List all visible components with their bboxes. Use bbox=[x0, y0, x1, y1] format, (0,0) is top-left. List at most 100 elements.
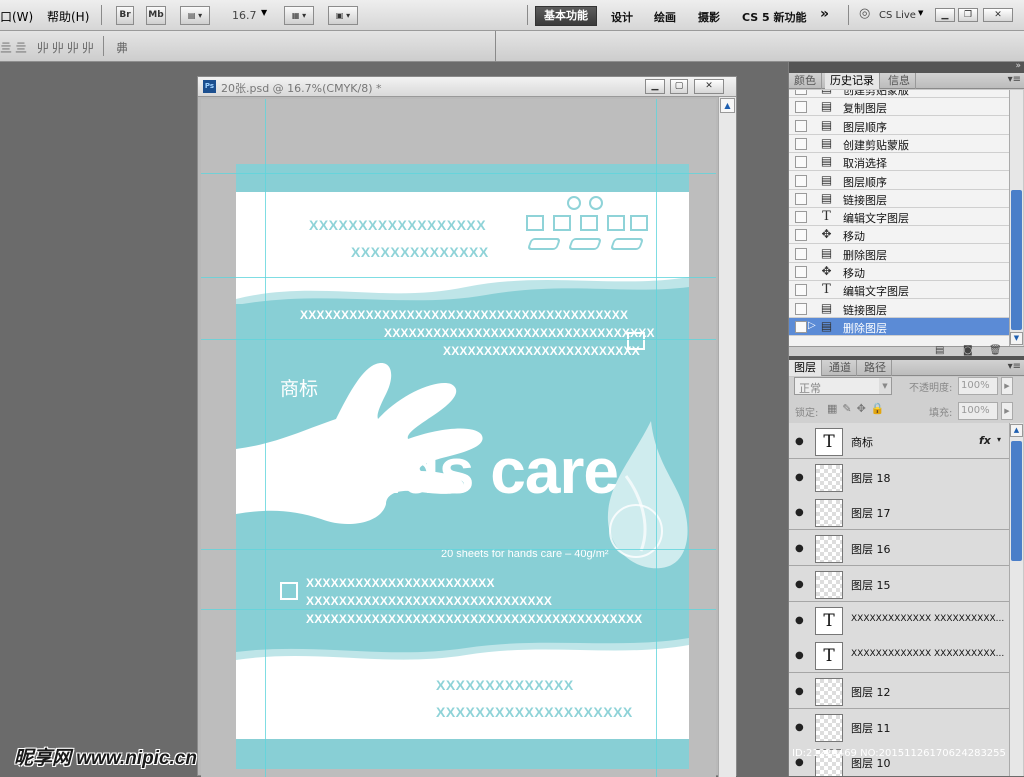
view-extras-button[interactable]: ▤ ▾ bbox=[180, 6, 210, 25]
guide-horizontal[interactable] bbox=[201, 277, 716, 278]
blend-dropdown-icon[interactable]: ▼ bbox=[879, 378, 891, 394]
history-scroll-thumb[interactable] bbox=[1011, 190, 1022, 330]
layer-visibility-eye-icon[interactable]: ● bbox=[795, 507, 804, 518]
history-source-checkbox[interactable] bbox=[795, 156, 807, 169]
history-source-checkbox[interactable] bbox=[795, 119, 807, 132]
screen-mode-button[interactable]: ▣ ▾ bbox=[328, 6, 358, 25]
layer-thumbnail[interactable] bbox=[815, 570, 843, 599]
guide-horizontal[interactable] bbox=[201, 609, 716, 610]
layer-name[interactable]: 商标 bbox=[851, 434, 873, 450]
fill-input[interactable]: 100% bbox=[958, 402, 998, 420]
layer-visibility-eye-icon[interactable]: ● bbox=[795, 686, 804, 697]
tab-paths[interactable]: 路径 bbox=[859, 360, 892, 376]
text-layer-thumbnail[interactable]: T bbox=[815, 642, 843, 671]
history-source-checkbox[interactable] bbox=[795, 266, 807, 278]
layer-visibility-eye-icon[interactable]: ● bbox=[795, 579, 804, 590]
scroll-up-icon[interactable]: ▲ bbox=[1010, 424, 1023, 437]
zoom-level[interactable]: 16.7 bbox=[232, 9, 257, 22]
history-state[interactable]: ▤ 删除图层 bbox=[789, 245, 1009, 263]
guide-horizontal[interactable] bbox=[201, 549, 716, 550]
history-state[interactable]: ▤ 取消选择 bbox=[789, 153, 1009, 172]
layer-name[interactable]: 图层 17 bbox=[851, 505, 891, 521]
layers-scroll-thumb[interactable] bbox=[1011, 441, 1022, 561]
history-state[interactable]: ▤ 链接图层 bbox=[789, 190, 1009, 208]
canvas-pasteboard[interactable]: XXXXXXXXXXXXXXXXXX XXXXXXXXXXXXXX XXXXXX… bbox=[201, 99, 716, 777]
layer-effects-badge[interactable]: fx bbox=[979, 434, 991, 447]
expand-effects-icon[interactable]: ▾ bbox=[997, 435, 1001, 444]
workspace-essentials[interactable]: 基本功能 bbox=[535, 6, 597, 26]
history-source-checkbox[interactable] bbox=[795, 302, 807, 315]
doc-minimize-button[interactable]: ▁ bbox=[645, 79, 665, 94]
layer-row[interactable]: ● T XXXXXXXXXXXXX XXXXXXXXXX... bbox=[789, 601, 1009, 638]
layer-name[interactable]: 图层 18 bbox=[851, 470, 891, 486]
mini-bridge-button[interactable]: Mb bbox=[146, 6, 166, 25]
zoom-dropdown-icon[interactable]: ▼ bbox=[261, 8, 267, 17]
history-state[interactable]: ▤ 创建剪贴蒙版 bbox=[789, 90, 1009, 98]
history-source-checkbox[interactable] bbox=[795, 211, 807, 224]
layer-name[interactable]: 图层 15 bbox=[851, 577, 891, 593]
panel-menu-icon[interactable]: ▾≡ bbox=[1008, 74, 1021, 85]
workspace-painting[interactable]: 绘画 bbox=[654, 9, 676, 25]
doc-close-button[interactable]: ✕ bbox=[694, 79, 724, 94]
layer-name[interactable]: 图层 16 bbox=[851, 541, 891, 557]
artwork[interactable]: XXXXXXXXXXXXXXXXXX XXXXXXXXXXXXXX XXXXXX… bbox=[236, 164, 689, 769]
fill-slider-icon[interactable]: ▶ bbox=[1001, 402, 1013, 420]
history-source-checkbox[interactable] bbox=[795, 192, 807, 205]
arrange-documents-button[interactable]: ▦ ▾ bbox=[284, 6, 314, 25]
layer-thumbnail[interactable] bbox=[815, 499, 843, 528]
layer-visibility-eye-icon[interactable]: ● bbox=[795, 615, 804, 626]
layer-name[interactable]: 图层 12 bbox=[851, 684, 891, 700]
new-document-from-state-icon[interactable]: ▤ bbox=[935, 345, 944, 356]
layer-thumbnail[interactable] bbox=[815, 713, 843, 742]
tab-channels[interactable]: 通道 bbox=[824, 360, 857, 376]
layer-row[interactable]: ● 图层 16 bbox=[789, 530, 1009, 567]
delete-state-icon[interactable]: 🗑 bbox=[989, 345, 1002, 356]
cs-live-dropdown-icon[interactable]: ▼ bbox=[918, 9, 923, 17]
lock-icons[interactable]: ▦✎✥🔒 bbox=[827, 402, 890, 415]
layer-row[interactable]: ● 图层 12 bbox=[789, 672, 1009, 709]
history-source-checkbox[interactable] bbox=[795, 90, 807, 95]
history-source-checkbox[interactable] bbox=[795, 284, 807, 297]
restore-app-button[interactable]: ❐ bbox=[958, 8, 978, 22]
layer-name[interactable]: 图层 11 bbox=[851, 720, 891, 736]
new-snapshot-icon[interactable]: ◙ bbox=[963, 345, 973, 356]
layers-scrollbar[interactable]: ▲ bbox=[1009, 423, 1023, 776]
history-state[interactable]: T 编辑文字图层 bbox=[789, 208, 1009, 227]
tab-layers[interactable]: 图层 bbox=[789, 360, 822, 376]
history-source-checkbox[interactable] bbox=[795, 229, 807, 242]
opacity-slider-icon[interactable]: ▶ bbox=[1001, 377, 1013, 395]
layer-visibility-eye-icon[interactable]: ● bbox=[795, 472, 804, 483]
guide-horizontal[interactable] bbox=[201, 173, 716, 174]
layer-visibility-eye-icon[interactable]: ● bbox=[795, 543, 804, 554]
layer-row[interactable]: ● 图层 11 bbox=[789, 708, 1009, 745]
layer-thumbnail[interactable] bbox=[815, 677, 843, 706]
history-state[interactable]: ▤ 删除图层 ▷ bbox=[789, 317, 1009, 336]
layer-row[interactable]: ● T XXXXXXXXXXXXX XXXXXXXXXX... bbox=[789, 637, 1009, 674]
blend-mode-select[interactable]: 正常 ▼ bbox=[794, 377, 892, 395]
history-source-checkbox[interactable] bbox=[795, 174, 807, 187]
collapse-panels-icon[interactable]: » bbox=[1015, 61, 1021, 71]
scroll-down-icon[interactable]: ▼ bbox=[1010, 332, 1023, 345]
workspace-cs5-new[interactable]: CS 5 新功能 bbox=[742, 9, 807, 25]
close-app-button[interactable]: ✕ bbox=[983, 8, 1013, 22]
menu-help[interactable]: 帮助(H) bbox=[47, 8, 89, 25]
doc-maximize-button[interactable]: ▢ bbox=[670, 79, 688, 94]
history-state[interactable]: T 编辑文字图层 bbox=[789, 281, 1009, 300]
text-layer-thumbnail[interactable]: T bbox=[815, 428, 843, 456]
menu-window[interactable]: 口(W) bbox=[0, 8, 33, 25]
opacity-input[interactable]: 100% bbox=[958, 377, 998, 395]
guide-vertical[interactable] bbox=[656, 99, 657, 777]
history-source-checkbox[interactable] bbox=[795, 137, 807, 150]
bridge-button[interactable]: Br bbox=[116, 6, 134, 25]
workspace-more-icon[interactable]: » bbox=[820, 6, 829, 22]
layer-visibility-eye-icon[interactable]: ● bbox=[795, 722, 804, 733]
tab-history[interactable]: 历史记录 bbox=[825, 73, 880, 89]
document-title-bar[interactable]: Ps 20张.psd @ 16.7%(CMYK/8) * ▁ ▢ ✕ bbox=[198, 77, 736, 97]
panel-dock-header[interactable]: » bbox=[789, 61, 1024, 73]
history-state[interactable]: ✥ 移动 bbox=[789, 263, 1009, 281]
history-state[interactable]: ✥ 移动 bbox=[789, 226, 1009, 245]
history-source-checkbox[interactable] bbox=[795, 247, 807, 260]
layer-name[interactable]: XXXXXXXXXXXXX XXXXXXXXXX... bbox=[851, 614, 1004, 624]
guide-vertical[interactable] bbox=[265, 99, 266, 777]
layer-visibility-eye-icon[interactable]: ● bbox=[795, 436, 804, 447]
